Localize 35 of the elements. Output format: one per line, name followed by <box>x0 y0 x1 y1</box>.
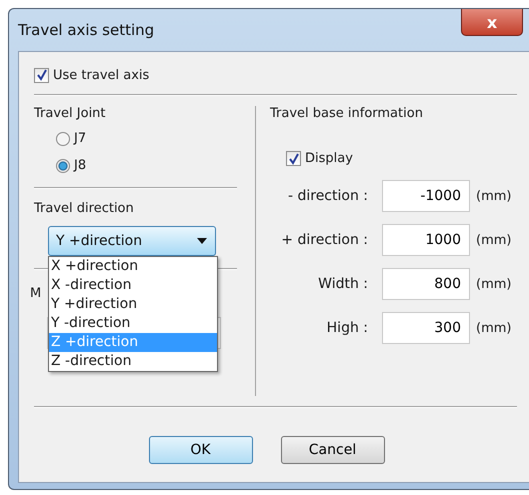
caret-icon <box>197 238 207 244</box>
dropdown-option[interactable]: Y -direction <box>49 314 217 333</box>
unit-label: (mm) <box>476 232 512 248</box>
window-title: Travel axis setting <box>18 21 154 39</box>
group-label: M <box>30 286 42 301</box>
input-field[interactable]: 300 <box>382 312 470 344</box>
group-label: Travel Joint <box>34 106 106 121</box>
dropdown[interactable]: Y +direction <box>48 226 216 256</box>
field-label: Width : <box>318 276 368 292</box>
checkbox[interactable] <box>286 151 301 166</box>
dropdown-option[interactable]: Z -direction <box>49 352 217 371</box>
radio-button[interactable] <box>56 158 70 172</box>
dialog-button[interactable]: OK <box>148 436 252 464</box>
close-button[interactable]: x <box>461 9 523 36</box>
dropdown-option[interactable]: X -direction <box>49 276 217 295</box>
field-label: + direction : <box>281 232 368 248</box>
input-field[interactable]: 1000 <box>382 224 470 256</box>
field-label: High : <box>326 320 368 336</box>
radio-label: J7 <box>74 131 86 146</box>
checkbox-label: Use travel axis <box>53 68 150 82</box>
group-label: Travel direction <box>34 201 134 216</box>
unit-label: (mm) <box>476 320 512 336</box>
input-field[interactable]: -1000 <box>382 180 470 212</box>
input-field[interactable]: 800 <box>382 268 470 300</box>
unit-label: (mm) <box>476 188 512 204</box>
radio-button[interactable] <box>56 132 70 146</box>
checkbox[interactable] <box>34 68 49 82</box>
dropdown-option[interactable]: Y +direction <box>49 295 217 314</box>
dialog-button[interactable]: Cancel <box>280 436 384 464</box>
field-label: - direction : <box>288 188 368 204</box>
unit-label: (mm) <box>476 276 512 292</box>
checkbox-label: Display <box>305 151 353 166</box>
dropdown-option[interactable]: X +direction <box>49 257 217 276</box>
group-label: Travel base information <box>270 106 423 121</box>
radio-label: J8 <box>74 158 86 173</box>
